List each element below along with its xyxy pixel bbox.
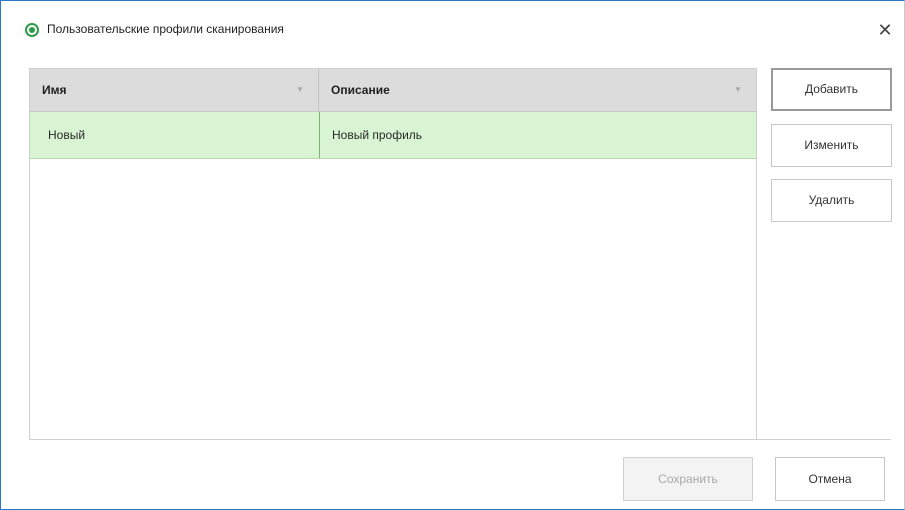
cancel-button[interactable]: Отмена: [775, 457, 885, 501]
save-button[interactable]: Сохранить: [623, 457, 753, 501]
column-header-name[interactable]: Имя ▼: [30, 69, 319, 111]
title-bar: Пользовательские профили сканирования ✕: [1, 1, 904, 59]
app-icon: [25, 23, 39, 37]
column-header-description[interactable]: Описание ▼: [319, 69, 756, 111]
grid-header: Имя ▼ Описание ▼: [30, 69, 756, 112]
close-button[interactable]: ✕: [874, 19, 896, 41]
delete-button[interactable]: Удалить: [771, 179, 892, 222]
profiles-grid: Имя ▼ Описание ▼ Новый Новый профиль: [29, 68, 757, 440]
sort-icon[interactable]: ▼: [734, 86, 742, 94]
add-button[interactable]: Добавить: [771, 68, 892, 111]
footer-divider: [29, 439, 891, 440]
edit-button[interactable]: Изменить: [771, 124, 892, 167]
window-title: Пользовательские профили сканирования: [47, 22, 284, 36]
sort-icon[interactable]: ▼: [296, 86, 304, 94]
column-header-name-label: Имя: [42, 83, 67, 97]
column-header-description-label: Описание: [331, 83, 390, 97]
scan-profiles-dialog: Пользовательские профили сканирования ✕ …: [0, 0, 905, 510]
row-description-cell[interactable]: Новый профиль: [319, 112, 756, 158]
table-row[interactable]: Новый Новый профиль: [30, 112, 756, 159]
row-name-cell[interactable]: Новый: [30, 112, 319, 158]
